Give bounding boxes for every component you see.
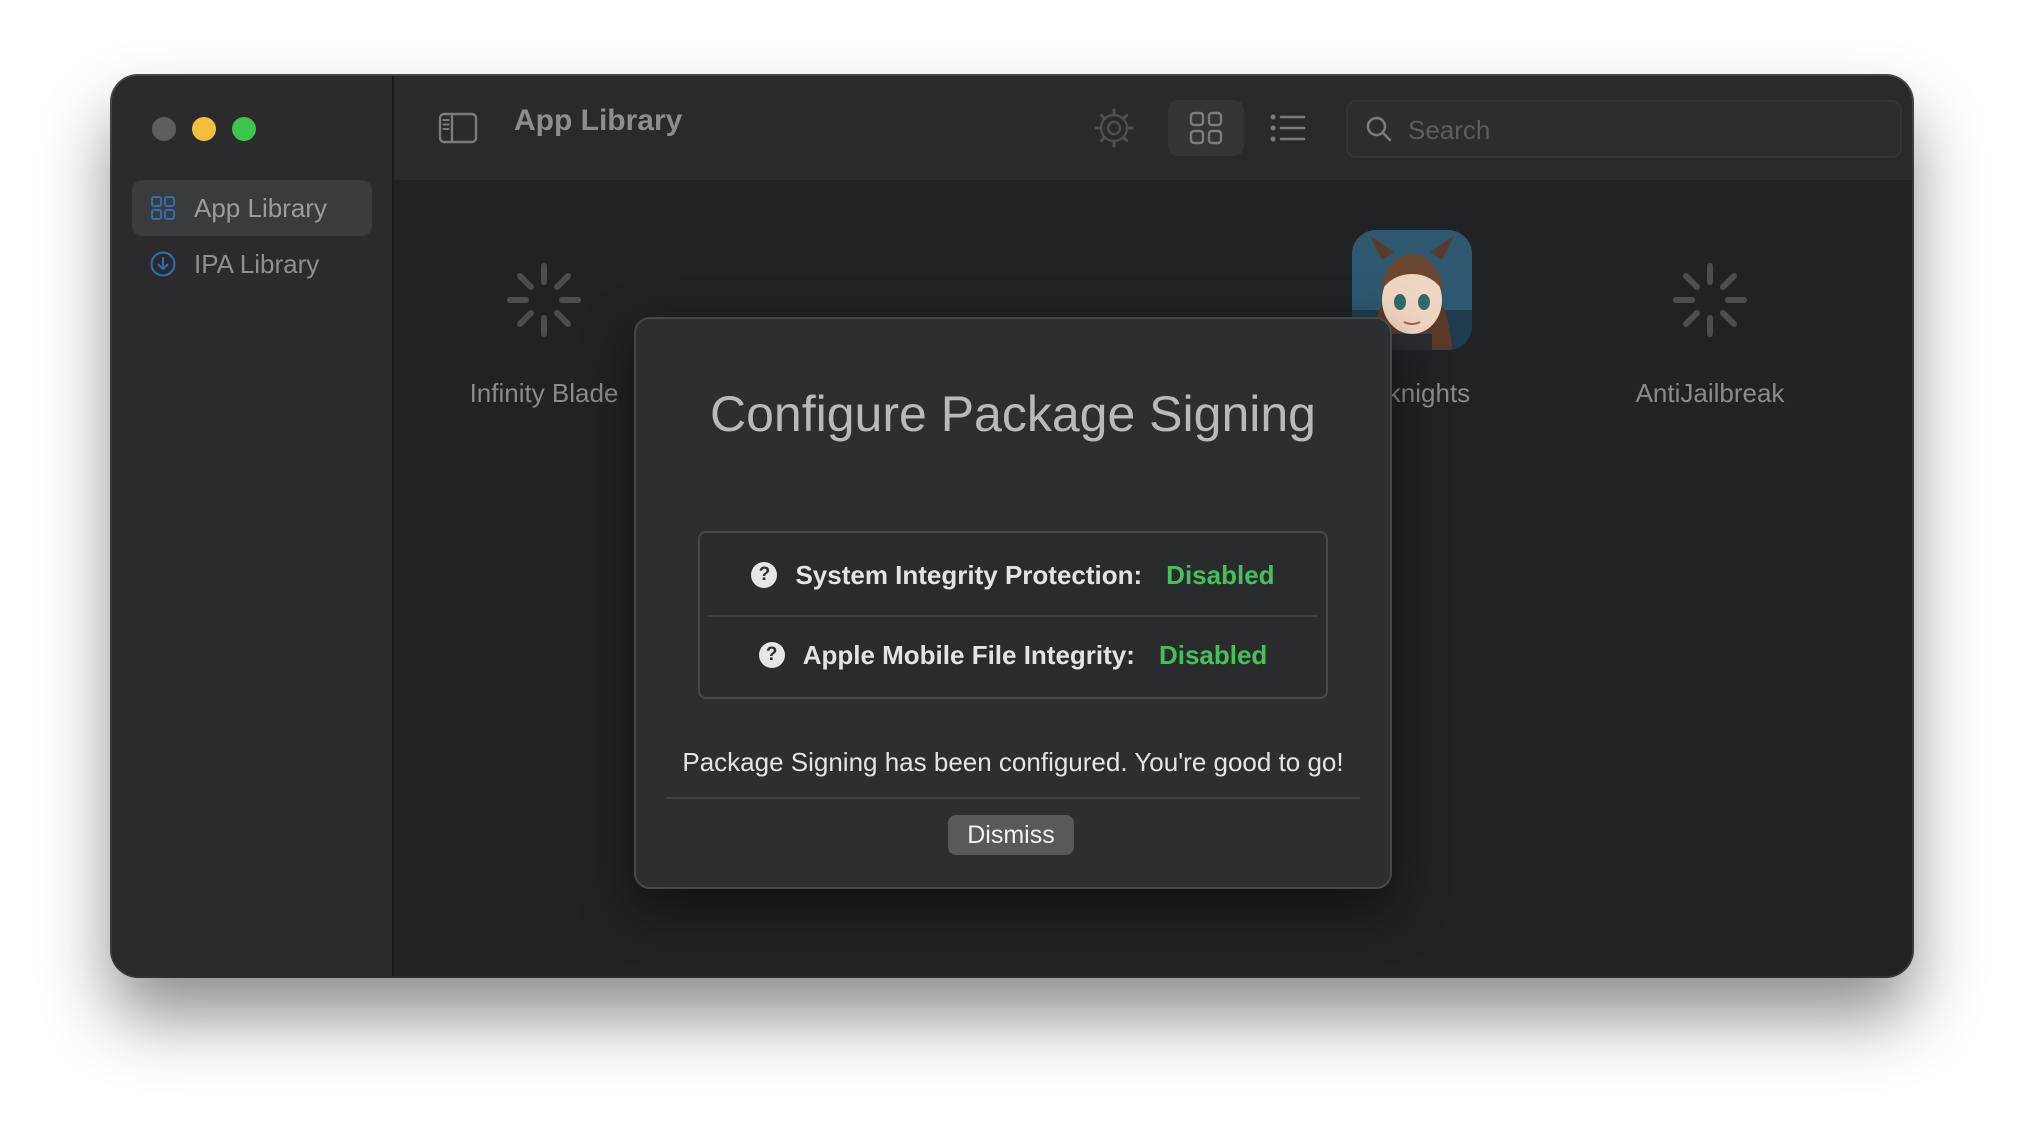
- spinner-icon: [1668, 258, 1752, 342]
- help-icon[interactable]: ?: [758, 642, 785, 668]
- toolbar: App Library Search: [394, 76, 1912, 180]
- status-panel: ? System Integrity Protection: Disabled …: [698, 531, 1328, 699]
- dialog-title: Configure Package Signing: [710, 386, 1316, 442]
- divider: [666, 797, 1360, 799]
- minimize-window-button[interactable]: [192, 117, 216, 141]
- search-placeholder: Search: [1408, 115, 1491, 145]
- list-view-icon[interactable]: [1268, 110, 1308, 146]
- sidebar-item-label: IPA Library: [194, 248, 320, 279]
- sidebar-toggle-icon[interactable]: [438, 110, 478, 146]
- status-label: System Integrity Protection:: [795, 559, 1143, 590]
- app-name: AntiJailbreak: [1635, 378, 1785, 408]
- status-value: Disabled: [1158, 639, 1268, 670]
- app-name: Infinity Blade: [469, 378, 619, 408]
- dialog-message: Package Signing has been configured. You…: [682, 747, 1344, 777]
- sidebar-item-label: App Library: [194, 192, 327, 223]
- help-icon[interactable]: ?: [751, 562, 778, 588]
- spinner-icon: [502, 258, 586, 342]
- app-tile-antijailbreak[interactable]: AntiJailbreak: [1610, 230, 1810, 430]
- app-tile-infinity-blade[interactable]: Infinity Blade: [444, 230, 644, 430]
- sidebar-item-ipa-library[interactable]: IPA Library: [132, 236, 372, 292]
- download-circle-icon: [148, 249, 178, 279]
- sidebar: App Library IPA Library: [112, 76, 394, 976]
- dismiss-button[interactable]: Dismiss: [948, 815, 1074, 855]
- page-title: App Library: [514, 104, 683, 137]
- grid-view-icon[interactable]: [1188, 110, 1224, 146]
- sidebar-item-app-library[interactable]: App Library: [132, 180, 372, 236]
- app-grid: Infinity Blade AntiJailbreak Arknights C…: [394, 180, 1912, 976]
- gear-icon[interactable]: [1094, 108, 1134, 148]
- search-input[interactable]: Search: [1346, 100, 1902, 158]
- close-window-button[interactable]: [152, 117, 176, 141]
- status-row-sip: ? System Integrity Protection: Disabled: [700, 535, 1326, 615]
- status-row-amfi: ? Apple Mobile File Integrity: Disabled: [700, 615, 1326, 695]
- search-icon: [1364, 114, 1394, 144]
- status-label: Apple Mobile File Integrity:: [802, 639, 1135, 670]
- zoom-window-button[interactable]: [232, 117, 256, 141]
- status-value: Disabled: [1166, 559, 1275, 590]
- app-window: App Library IPA Library App Library Sear…: [112, 76, 1912, 976]
- grid-icon: [148, 193, 178, 223]
- configure-signing-dialog: Configure Package Signing ? System Integ…: [634, 317, 1392, 889]
